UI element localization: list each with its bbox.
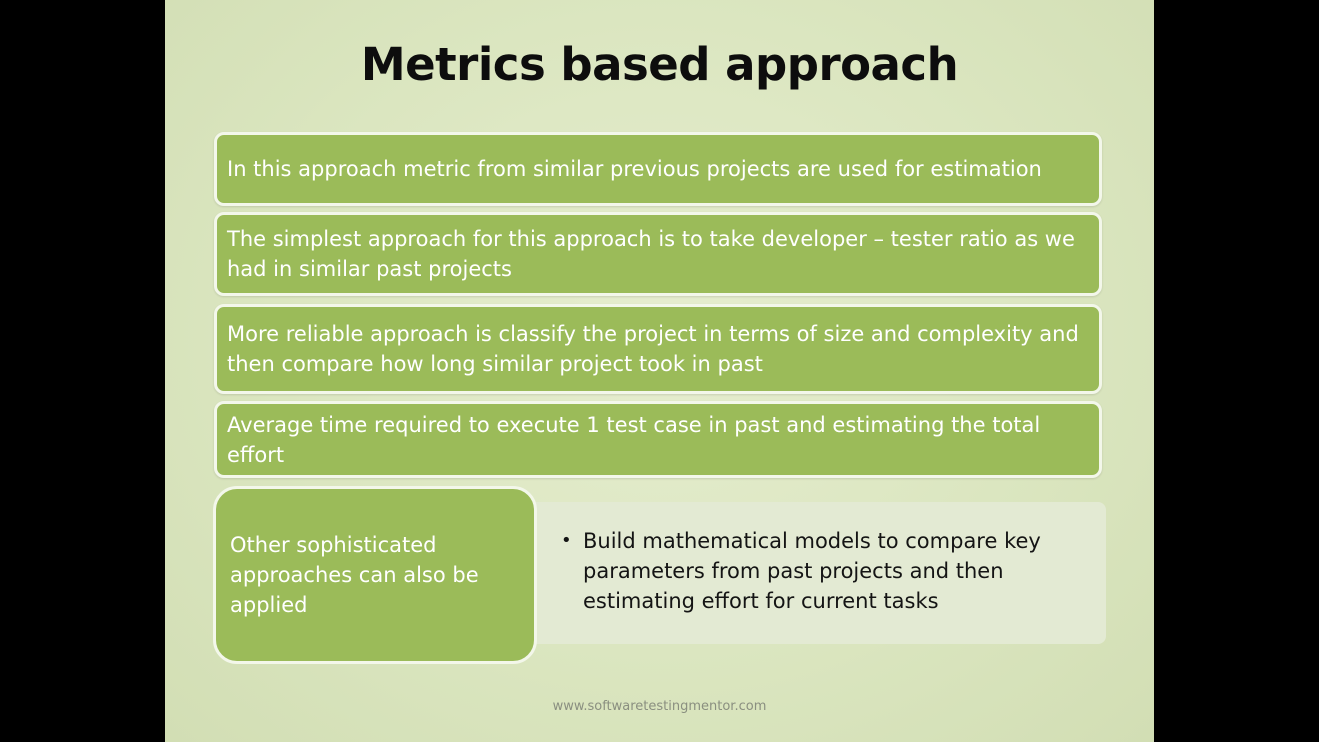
bullet-text: Build mathematical models to compare key… (583, 529, 1041, 613)
slide-title: Metrics based approach (360, 38, 959, 91)
bullet-item: • Build mathematical models to compare k… (561, 526, 1086, 616)
content-box-1-text: In this approach metric from similar pre… (227, 157, 1042, 181)
content-box-2: The simplest approach for this approach … (214, 212, 1102, 296)
content-box-4: Average time required to execute 1 test … (214, 401, 1102, 478)
category-box: Other sophisticated approaches can also … (213, 486, 537, 664)
footer-url: www.softwaretestingmentor.com (552, 699, 767, 714)
video-frame: Metrics based approach In this approach … (0, 0, 1319, 742)
bullet-icon: • (561, 530, 572, 551)
content-box-2-text: The simplest approach for this approach … (227, 227, 1075, 281)
content-box-3: More reliable approach is classify the p… (214, 304, 1102, 394)
detail-panel: • Build mathematical models to compare k… (531, 502, 1106, 644)
content-box-3-text: More reliable approach is classify the p… (227, 322, 1079, 376)
content-box-1: In this approach metric from similar pre… (214, 132, 1102, 206)
presentation-slide: Metrics based approach In this approach … (165, 0, 1154, 742)
category-box-text: Other sophisticated approaches can also … (230, 533, 479, 617)
content-box-4-text: Average time required to execute 1 test … (227, 412, 1041, 467)
